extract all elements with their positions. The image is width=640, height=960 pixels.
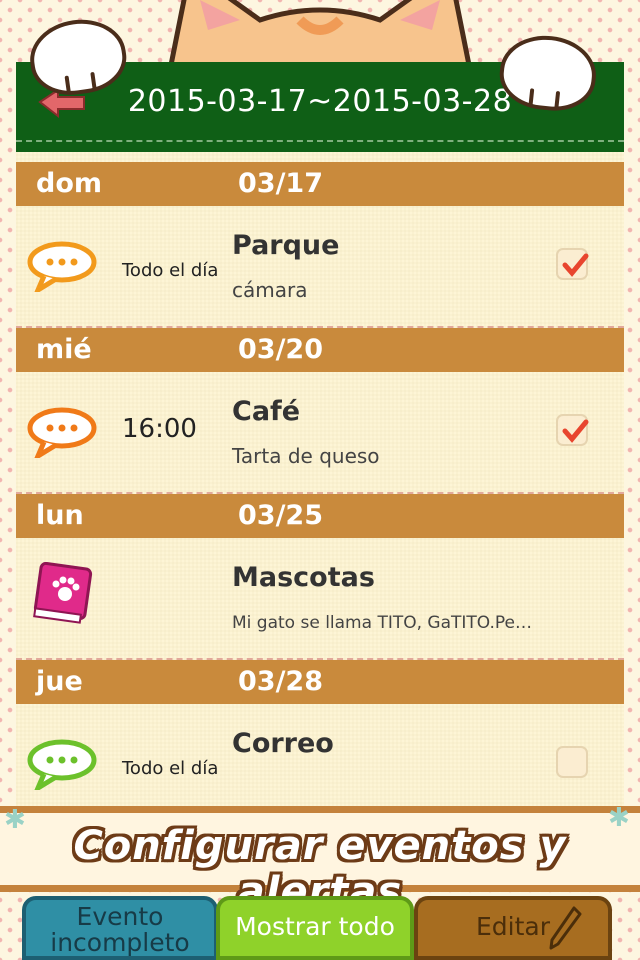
day-header: mié 03/20: [16, 328, 624, 372]
event-row-parque[interactable]: Todo el día Parque cámara: [16, 206, 624, 328]
day-date: 03/25: [238, 500, 324, 531]
speech-bubble-icon: [27, 241, 97, 292]
tab-label: Editar: [475, 912, 550, 941]
cat-head-decoration: [167, 0, 473, 70]
event-title: Parque: [232, 230, 340, 261]
event-time: 16:00: [122, 414, 197, 444]
day-name: dom: [36, 168, 103, 199]
tab-label-line1: Evento: [76, 902, 164, 931]
tab-label-line2: incompleto: [50, 928, 190, 957]
event-time: Todo el día: [122, 260, 219, 281]
checkmark-icon: [562, 253, 589, 277]
day-name: lun: [36, 500, 84, 531]
event-subtitle: cámara: [232, 278, 308, 302]
paw-book-icon: [33, 562, 93, 624]
event-row-cafe[interactable]: 16:00 Café Tarta de queso: [16, 372, 624, 494]
day-date: 03/28: [238, 666, 324, 697]
day-header: dom 03/17: [16, 162, 624, 206]
tab-edit[interactable]: Editar: [414, 896, 612, 960]
speech-bubble-icon: [27, 739, 97, 790]
tab-show-all[interactable]: Mostrar todo: [216, 896, 414, 960]
event-title: Mascotas: [232, 562, 375, 593]
events-panel: 2015-03-17~2015-03-28 dom 03/17 Todo el …: [16, 62, 624, 892]
event-checkbox[interactable]: [556, 414, 589, 446]
event-subtitle: Tarta de queso: [232, 444, 380, 468]
checkmark-icon: [562, 419, 589, 443]
day-date: 03/17: [238, 168, 324, 199]
event-subtitle: Mi gato se llama TITO, GaTITO.Pe…: [232, 613, 532, 633]
day-header: jue 03/28: [16, 660, 624, 704]
event-checkbox[interactable]: [556, 248, 589, 280]
day-date: 03/20: [238, 334, 324, 365]
event-title: Café: [232, 396, 301, 427]
promo-banner: ✱ ✱ Configurar eventos y alertas: [0, 803, 640, 915]
day-name: mié: [36, 334, 92, 365]
event-title: Correo: [232, 728, 334, 759]
event-row-mascotas[interactable]: Mascotas Mi gato se llama TITO, GaTITO.P…: [16, 538, 624, 660]
pencil-icon: [549, 906, 582, 950]
tab-label: Mostrar todo: [235, 912, 395, 941]
day-name: jue: [36, 666, 83, 697]
day-header: lun 03/25: [16, 494, 624, 538]
event-time: Todo el día: [122, 758, 219, 779]
tab-incomplete-events[interactable]: Evento incompleto: [22, 896, 218, 960]
event-checkbox[interactable]: [556, 746, 588, 778]
speech-bubble-icon: [27, 407, 97, 458]
